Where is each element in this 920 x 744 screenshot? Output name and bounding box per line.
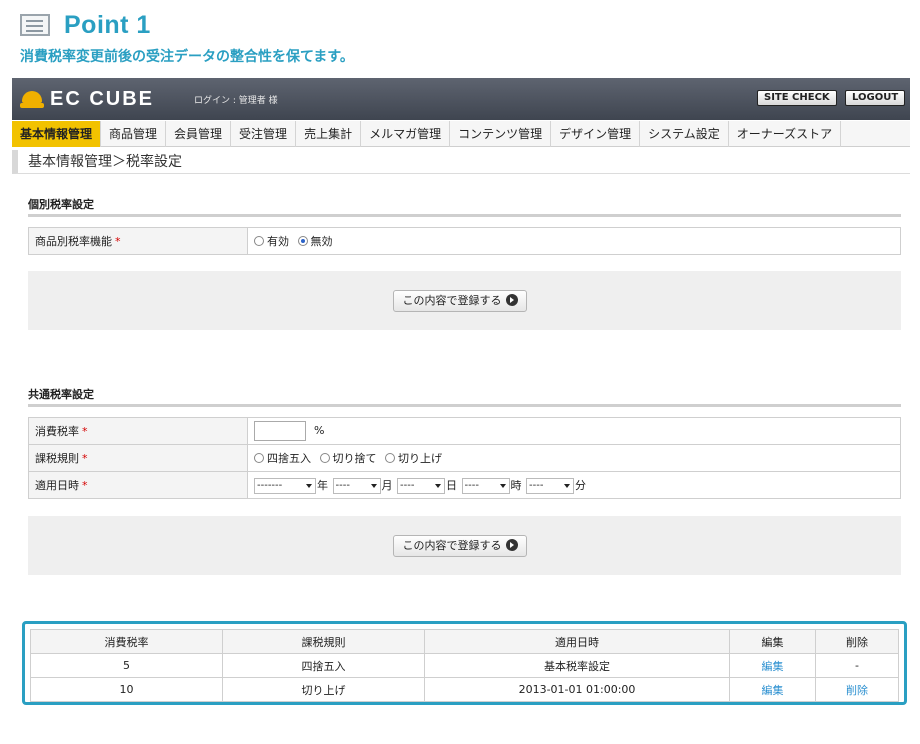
year-select[interactable]: -------	[254, 477, 316, 494]
nav-item-basic-info[interactable]: 基本情報管理	[12, 121, 102, 147]
radio-enabled[interactable]: 有効	[254, 235, 289, 248]
radio-icon[interactable]	[385, 453, 395, 463]
nav-item-members[interactable]: 会員管理	[166, 121, 232, 147]
common-tax-form: 消費税率 * % 課税規則 * 四捨五入 切り捨て 切り上げ 適用日時 * -----…	[28, 417, 901, 499]
cell-date: 基本税率設定	[424, 653, 730, 678]
field-value: %	[247, 417, 901, 445]
logo: EC CUBE	[20, 88, 154, 110]
arrow-right-icon	[505, 539, 518, 551]
logo-text: EC CUBE	[50, 87, 155, 110]
radio-ceil[interactable]: 切り上げ	[385, 452, 442, 465]
cell-rule: 切り上げ	[222, 677, 425, 702]
field-value: 有効 無効	[247, 227, 901, 255]
cell-rate: 10	[30, 677, 223, 702]
login-status: ログイン : 管理者 様	[194, 96, 278, 106]
nav-item-products[interactable]: 商品管理	[101, 121, 167, 147]
section-title-common: 共通税率設定	[28, 388, 94, 401]
day-select[interactable]: ----	[397, 477, 445, 494]
register-button[interactable]: この内容で登録する	[393, 290, 527, 312]
point-heading: Point 1	[20, 10, 151, 40]
column-header: 編集	[729, 629, 816, 654]
radio-round[interactable]: 四捨五入	[254, 452, 311, 465]
point-title: Point 1	[64, 10, 151, 39]
nav-item-mailmagazine[interactable]: メルマガ管理	[361, 121, 451, 147]
cell-delete: -	[815, 653, 899, 678]
tax-rate-input[interactable]	[254, 421, 306, 441]
field-label: 適用日時 *	[28, 471, 248, 499]
app-header: EC CUBE ログイン : 管理者 様 SITE CHECK LOGOUT	[12, 78, 910, 120]
column-header: 消費税率	[30, 629, 223, 654]
section-title-individual: 個別税率設定	[28, 198, 94, 211]
edit-link[interactable]: 編集	[762, 684, 784, 697]
radio-icon[interactable]	[319, 453, 330, 463]
section-divider	[28, 214, 901, 217]
form-row-rule: 課税規則 * 四捨五入 切り捨て 切り上げ	[28, 444, 901, 472]
button-area: この内容で登録する	[28, 516, 901, 575]
field-label: 課税規則 *	[28, 444, 248, 472]
nav-item-system[interactable]: システム設定	[640, 121, 729, 147]
field-value: ------- 年 ---- 月 ---- 日 ---- 時 ---- 分	[247, 471, 901, 499]
dropdown-arrow-icon	[370, 483, 377, 488]
edit-link[interactable]: 編集	[762, 660, 784, 673]
column-header: 課税規則	[222, 629, 425, 654]
percent-unit: %	[314, 424, 325, 437]
crown-icon	[20, 89, 44, 109]
minute-select[interactable]: ----	[526, 477, 574, 494]
register-button[interactable]: この内容で登録する	[393, 535, 527, 557]
logout-button[interactable]: LOGOUT	[845, 90, 906, 106]
nav-item-design[interactable]: デザイン管理	[551, 121, 641, 147]
form-row-product-tax: 商品別税率機能 * 有効 無効	[28, 227, 901, 255]
table-row: 10 切り上げ 2013-01-01 01:00:00 編集 削除	[30, 677, 899, 702]
nav-item-contents[interactable]: コンテンツ管理	[450, 121, 552, 147]
radio-icon[interactable]	[297, 236, 308, 246]
cell-edit: 編集	[729, 677, 816, 702]
cell-edit: 編集	[729, 653, 816, 678]
cell-rule: 四捨五入	[222, 653, 425, 678]
radio-floor[interactable]: 切り捨て	[319, 452, 377, 465]
radio-disabled[interactable]: 無効	[297, 235, 333, 248]
field-label: 商品別税率機能 *	[28, 227, 248, 255]
radio-icon[interactable]	[254, 236, 264, 246]
form-row-date: 適用日時 * ------- 年 ---- 月 ---- 日 ---- 時 ---- 分	[28, 471, 901, 499]
dropdown-arrow-icon	[564, 483, 570, 488]
column-header: 適用日時	[424, 629, 730, 654]
tax-rate-list: 消費税率 課税規則 適用日時 編集 削除 5 四捨五入 基本税率設定 編集 - …	[30, 629, 899, 702]
site-check-button[interactable]: SITE CHECK	[757, 90, 837, 106]
individual-tax-form: 商品別税率機能 * 有効 無効	[28, 227, 901, 255]
cell-delete: 削除	[815, 677, 899, 702]
month-select[interactable]: ----	[332, 477, 381, 494]
section-divider	[28, 404, 901, 407]
dropdown-arrow-icon	[306, 483, 312, 488]
dropdown-arrow-icon	[435, 483, 441, 488]
button-area: この内容で登録する	[28, 271, 901, 330]
delete-link[interactable]: 削除	[846, 684, 868, 697]
cell-date: 2013-01-01 01:00:00	[424, 677, 730, 702]
document-icon	[20, 14, 50, 36]
nav-item-sales[interactable]: 売上集計	[296, 121, 362, 147]
radio-icon[interactable]	[254, 453, 264, 463]
column-header: 削除	[815, 629, 899, 654]
field-value: 四捨五入 切り捨て 切り上げ	[247, 444, 901, 472]
table-header-row: 消費税率 課税規則 適用日時 編集 削除	[30, 629, 899, 654]
hour-select[interactable]: ----	[461, 477, 510, 494]
dropdown-arrow-icon	[499, 483, 506, 488]
breadcrumb: 基本情報管理＞税率設定	[12, 150, 910, 174]
cell-rate: 5	[30, 653, 223, 678]
point-subtitle: 消費税率変更前後の受注データの整合性を保てます。	[20, 49, 354, 65]
main-nav: 基本情報管理 商品管理 会員管理 受注管理 売上集計 メルマガ管理 コンテンツ管…	[12, 121, 910, 147]
nav-item-owners-store[interactable]: オーナーズストア	[729, 121, 842, 147]
arrow-right-icon	[505, 294, 518, 306]
form-row-rate: 消費税率 * %	[28, 417, 901, 445]
field-label: 消費税率 *	[28, 417, 248, 445]
nav-item-orders[interactable]: 受注管理	[231, 121, 297, 147]
tax-rate-list-highlight: 消費税率 課税規則 適用日時 編集 削除 5 四捨五入 基本税率設定 編集 - …	[22, 621, 907, 705]
table-row: 5 四捨五入 基本税率設定 編集 -	[30, 653, 899, 678]
